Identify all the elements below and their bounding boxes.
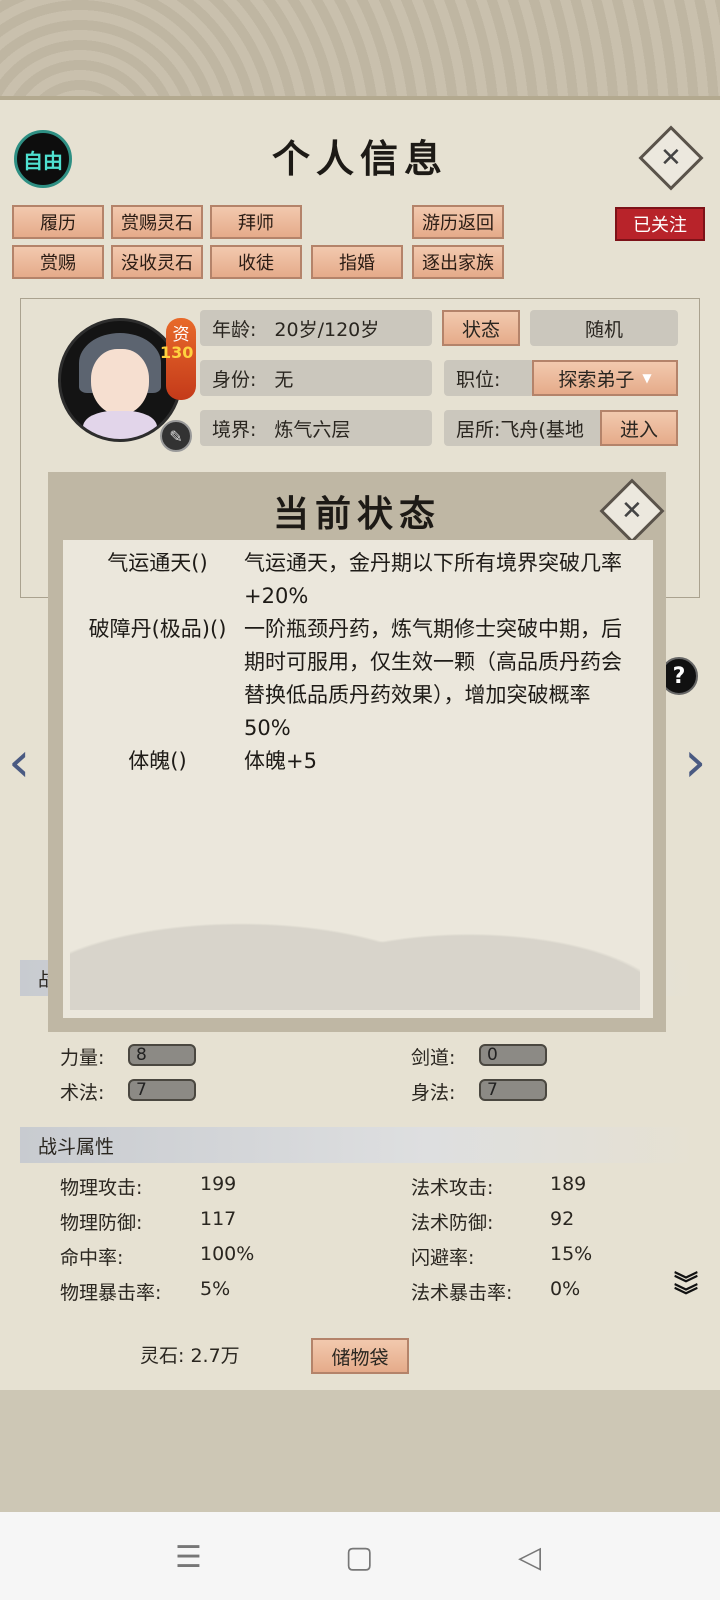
stat-label: 命中率:	[60, 1247, 124, 1269]
random-button[interactable]: 随机	[530, 310, 678, 346]
scroll-down-icon[interactable]: ︾ ︾	[674, 1272, 698, 1308]
sword-label: 剑道:	[411, 1047, 456, 1069]
identity-field: 身份: 无	[200, 360, 432, 396]
history-button[interactable]: 履历	[12, 205, 104, 239]
status-desc: 体魄+5	[244, 749, 317, 773]
apprentice-button[interactable]: 拜师	[210, 205, 302, 239]
top-decoration	[0, 0, 720, 98]
stat-value: 15%	[550, 1243, 593, 1265]
spirit-stone-count: 灵石: 2.7万	[140, 1345, 240, 1367]
stat-label: 物理防御:	[60, 1212, 143, 1234]
stat-label: 法术攻击:	[411, 1177, 494, 1199]
realm-field: 境界: 炼气六层	[200, 410, 432, 446]
stat-label: 法术防御:	[411, 1212, 494, 1234]
stat-value: 0%	[550, 1278, 581, 1300]
pen-icon[interactable]: ✎	[160, 420, 192, 452]
arrange-marriage-button[interactable]: 指婚	[311, 245, 403, 279]
stat-label: 法术暴击率:	[411, 1282, 513, 1304]
menu-icon[interactable]: ☰	[175, 1540, 202, 1575]
stat-label: 闪避率:	[411, 1247, 475, 1269]
followed-badge[interactable]: 已关注	[615, 207, 705, 241]
state-button[interactable]: 状态	[442, 310, 520, 346]
reward-stones-button[interactable]: 赏赐灵石	[111, 205, 203, 239]
status-desc: 气运通天，金丹期以下所有境界突破几率+20%	[244, 551, 622, 608]
close-icon: ✕	[621, 495, 643, 526]
reward-button[interactable]: 赏赐	[12, 245, 104, 279]
stat-value: 189	[550, 1173, 587, 1195]
status-name: 破障丹(极品)()	[88, 617, 227, 641]
combat-section-title: 战斗属性	[20, 1127, 700, 1163]
stat-label: 物理攻击:	[60, 1177, 143, 1199]
status-name: 体魄()	[128, 749, 187, 773]
aptitude-value: 130	[160, 343, 194, 362]
stat-label: 物理暴击率:	[60, 1282, 162, 1304]
strength-bar: 8	[128, 1044, 196, 1066]
close-icon: ✕	[660, 142, 682, 173]
position-label: 职位:	[444, 360, 534, 396]
enter-button[interactable]: 进入	[600, 410, 678, 446]
agility-bar: 7	[479, 1079, 547, 1101]
stat-value: 199	[200, 1173, 237, 1195]
stat-value: 5%	[200, 1278, 231, 1300]
home-icon[interactable]: ▢	[345, 1540, 373, 1575]
avatar[interactable]	[58, 318, 182, 442]
take-disciple-button[interactable]: 收徒	[210, 245, 302, 279]
stat-value: 117	[200, 1208, 237, 1230]
return-travel-button[interactable]: 游历返回	[412, 205, 504, 239]
expel-button[interactable]: 逐出家族	[412, 245, 504, 279]
status-desc: 一阶瓶颈丹药，炼气期修士突破中期，后期时可服用，仅生效一颗（高品质丹药会替换低品…	[244, 617, 622, 740]
age-field: 年龄: 20岁/120岁	[200, 310, 432, 346]
position-select[interactable]: 探索弟子 ▼	[532, 360, 678, 396]
agility-label: 身法:	[411, 1082, 456, 1104]
status-name: 气运通天()	[107, 551, 208, 575]
prev-arrow[interactable]: ‹	[8, 730, 30, 795]
stat-value: 92	[550, 1208, 575, 1230]
back-icon[interactable]: ◁	[518, 1540, 541, 1575]
spell-label: 术法:	[60, 1082, 105, 1104]
landscape-decoration	[70, 860, 640, 1010]
popup-title: 当前状态	[272, 493, 441, 535]
page-title: 个人信息	[271, 136, 448, 181]
spell-bar: 7	[128, 1079, 196, 1101]
next-arrow[interactable]: ›	[684, 730, 706, 795]
stat-value: 100%	[200, 1243, 255, 1265]
strength-label: 力量:	[60, 1047, 105, 1069]
confiscate-stones-button[interactable]: 没收灵石	[111, 245, 203, 279]
sword-bar: 0	[479, 1044, 547, 1066]
storage-bag-button[interactable]: 储物袋	[311, 1338, 409, 1374]
chevron-down-icon: ▼	[642, 371, 652, 385]
lower-band	[0, 1390, 720, 1512]
